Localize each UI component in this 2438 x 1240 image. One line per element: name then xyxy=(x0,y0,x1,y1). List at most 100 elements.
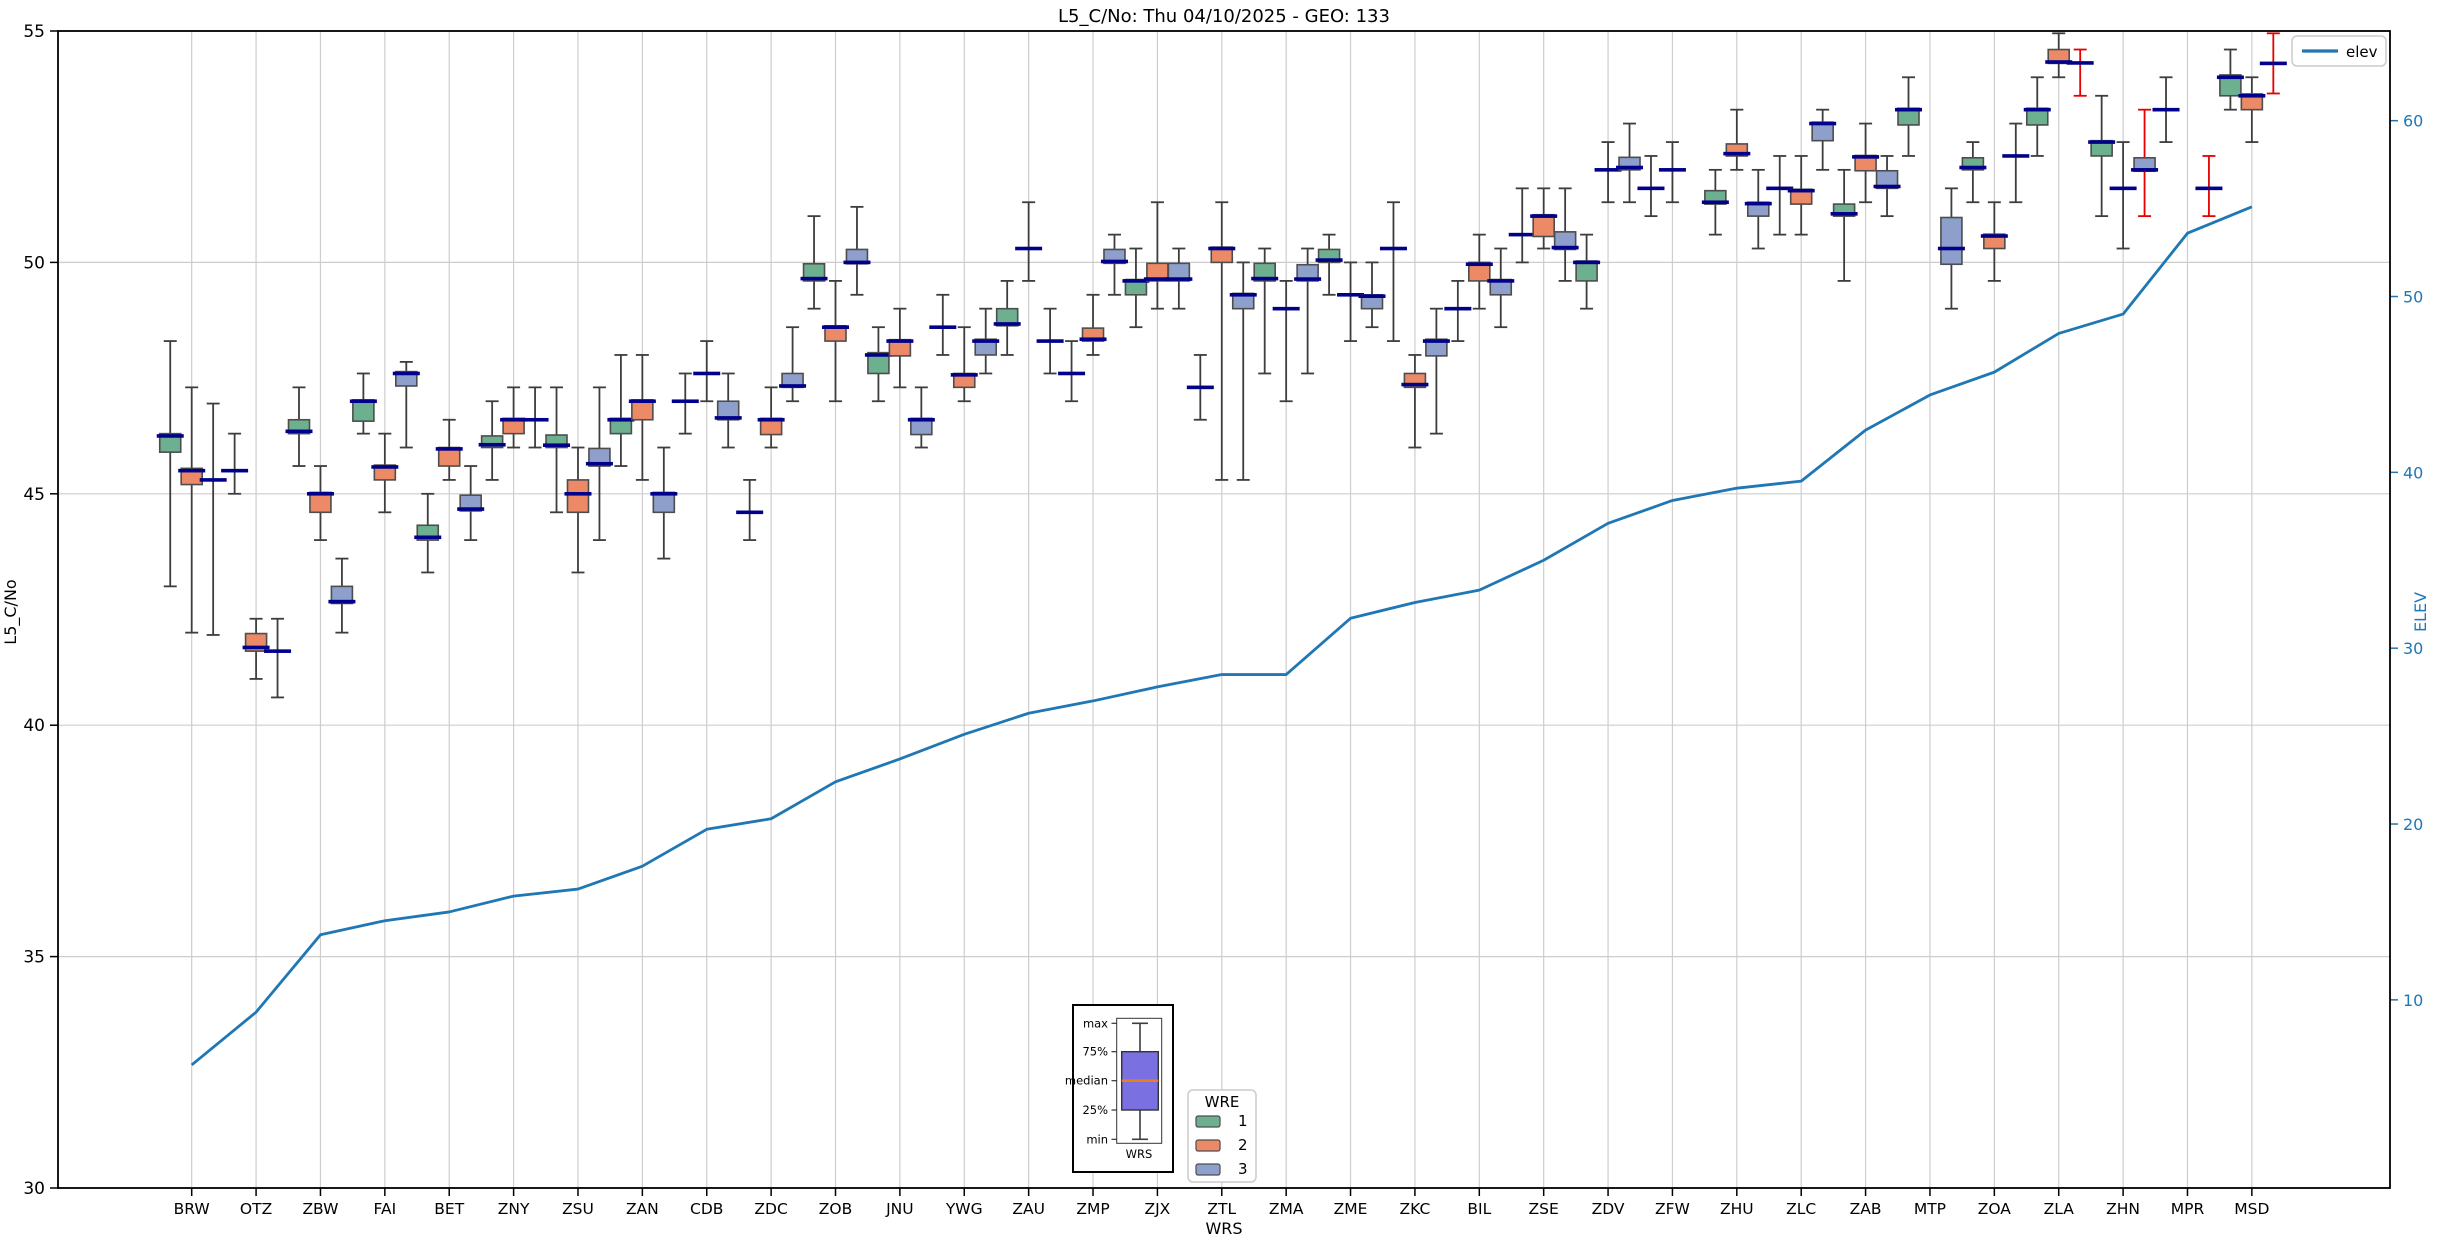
boxplot-wre3 xyxy=(1487,247,1515,329)
wre-item-label: 1 xyxy=(1238,1112,1248,1130)
median-line xyxy=(1551,245,1579,250)
right-tick-label: 50 xyxy=(2403,288,2423,307)
right-tick-label: 20 xyxy=(2403,815,2423,834)
boxplot-wre3 xyxy=(2259,32,2287,95)
station-label: ZLA xyxy=(2044,1200,2075,1218)
median-line xyxy=(2195,186,2223,191)
boxplot-wre1 xyxy=(1573,233,1601,310)
boxplot-wre1 xyxy=(1379,201,1407,342)
median-line xyxy=(1358,294,1386,298)
boxplot-wre1 xyxy=(349,372,377,435)
median-line xyxy=(521,417,549,422)
boxplot-wre1 xyxy=(2152,76,2180,143)
chart-title: L5_C/No: Thu 04/10/2025 - GEO: 133 xyxy=(1058,6,1390,27)
wre-legend-title: WRE xyxy=(1205,1093,1240,1111)
box xyxy=(1532,213,1555,238)
median-line xyxy=(1809,121,1837,126)
boxplot-wre2 xyxy=(1337,261,1365,342)
median-line xyxy=(178,468,206,473)
station-label: OTZ xyxy=(240,1200,272,1218)
station-label: ZDV xyxy=(1592,1200,1625,1218)
boxplot-wre1 xyxy=(1186,354,1214,421)
boxplot-wre3 xyxy=(779,326,807,403)
left-tick-label: 40 xyxy=(23,716,45,736)
median-line xyxy=(2002,154,2030,158)
station-label: ZJX xyxy=(1144,1200,1170,1218)
station-label: JNU xyxy=(885,1200,914,1218)
median-line xyxy=(1723,151,1751,156)
median-line xyxy=(2109,186,2137,191)
elev-legend-label: elev xyxy=(2346,43,2378,61)
median-line xyxy=(543,443,571,448)
median-line xyxy=(1015,246,1043,251)
boxplot-wre2 xyxy=(628,354,656,481)
boxplot-wre3 xyxy=(1616,122,1644,204)
left-tick-label: 35 xyxy=(23,948,45,968)
median-line xyxy=(1315,258,1343,262)
boxplot-wre3 xyxy=(457,465,485,541)
median-line xyxy=(1637,186,1665,191)
median-line xyxy=(2238,93,2266,98)
median-line xyxy=(414,535,442,540)
station-label: ZHN xyxy=(2106,1200,2140,1218)
median-line xyxy=(693,371,721,376)
boxplot-wre2 xyxy=(1079,293,1107,356)
inset-label-min: min xyxy=(1086,1132,1108,1146)
median-line xyxy=(628,399,656,404)
station-label: MPR xyxy=(2171,1200,2205,1218)
median-line xyxy=(1937,246,1965,251)
right-axis-label: ELEV xyxy=(2411,592,2430,632)
boxplot-wre1 xyxy=(1895,76,1922,157)
left-tick-label: 55 xyxy=(23,22,45,42)
figure: 55 50 45 40 35 30 60 50 40 30 20 10 BRW OTZ ZBW FAI BET Z… xyxy=(0,0,2438,1240)
median-line xyxy=(1873,184,1901,189)
boxplot-wre2 xyxy=(1272,280,1300,403)
median-line xyxy=(1079,337,1107,342)
median-line xyxy=(1058,371,1086,376)
median-line xyxy=(1100,259,1128,264)
boxplot-anatomy-inset: max 75% median 25% min WRS xyxy=(1065,1004,1174,1173)
boxplot-wre1 xyxy=(285,386,313,467)
median-line xyxy=(2259,61,2287,66)
boxplot-wre3 xyxy=(1809,108,1837,171)
station-label: BIL xyxy=(1467,1200,1491,1218)
boxplot-wre1 xyxy=(1637,155,1665,218)
elev-legend: elev xyxy=(2291,35,2387,67)
boxplot-wre1 xyxy=(929,293,957,356)
boxplot-wre1 xyxy=(1251,247,1279,375)
boxplot-wre2 xyxy=(1530,187,1558,250)
median-line xyxy=(478,442,506,447)
boxplot-wre2 xyxy=(435,418,463,481)
median-line xyxy=(993,322,1021,326)
median-line xyxy=(1508,232,1536,237)
boxplot-wre1 xyxy=(1315,233,1343,296)
median-line xyxy=(800,276,828,281)
boxplot-wre2 xyxy=(1787,155,1815,236)
boxplot-wre2 xyxy=(371,432,399,514)
median-line xyxy=(242,645,270,650)
station-label: MSD xyxy=(2234,1200,2269,1218)
median-line xyxy=(843,260,871,265)
median-line xyxy=(435,447,463,451)
median-line xyxy=(1186,385,1214,390)
boxplot-wre1 xyxy=(1058,340,1086,403)
median-line xyxy=(650,492,678,496)
plot-border xyxy=(57,30,2391,1189)
median-line xyxy=(822,325,849,329)
boxplot-wre3 xyxy=(1229,261,1257,481)
inset-xlabel: WRS xyxy=(1126,1147,1153,1161)
boxplot-wre3 xyxy=(521,386,549,449)
station-label: ZNY xyxy=(498,1200,530,1218)
boxplot-wre3 xyxy=(907,386,935,449)
median-line xyxy=(1444,306,1472,311)
y-axis-label: L5_C/No xyxy=(1,579,21,644)
boxplot-wre1 xyxy=(671,372,699,435)
boxplot-wre2 xyxy=(950,326,978,403)
boxplot-wre1 xyxy=(2023,76,2051,157)
inset-label-75: 75% xyxy=(1082,1045,1108,1059)
boxplot-wre2 xyxy=(1143,201,1171,310)
boxplot-wre1 xyxy=(864,326,892,403)
median-line xyxy=(1895,107,1922,112)
median-line xyxy=(1616,165,1644,170)
station-label: BRW xyxy=(174,1200,210,1218)
